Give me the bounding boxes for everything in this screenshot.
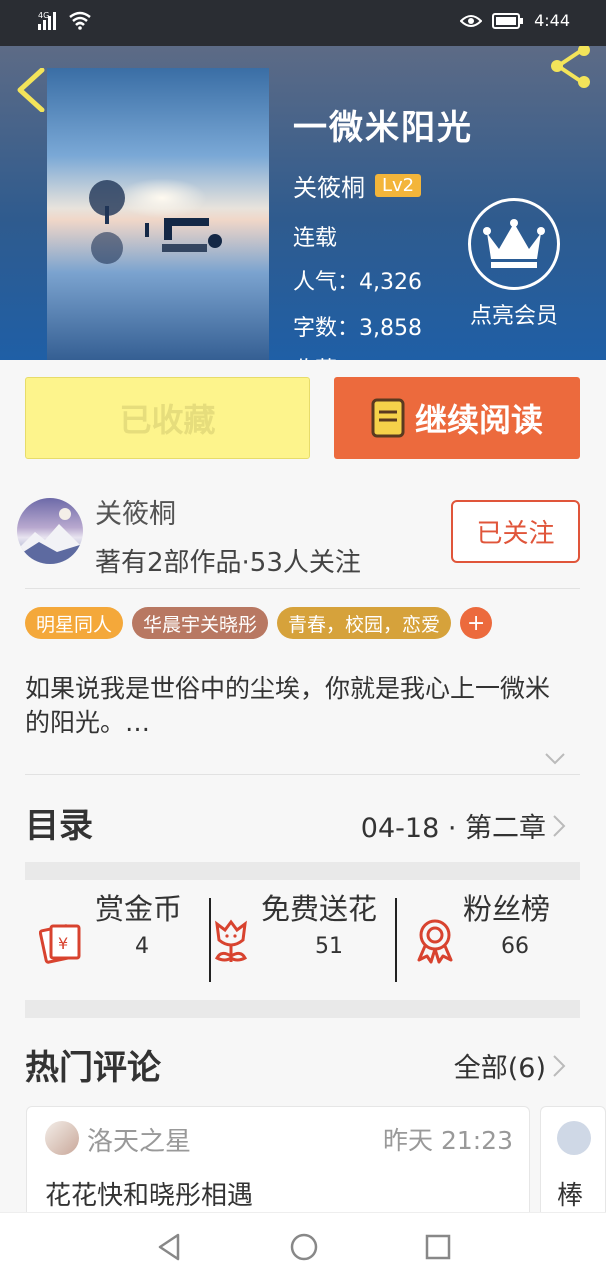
- book-title: 一微米阳光: [293, 108, 473, 148]
- comments-header: 热门评论 全部(6): [25, 1040, 580, 1090]
- svg-text:¥: ¥: [58, 934, 68, 953]
- reward-fans[interactable]: 粉丝榜 66: [397, 880, 580, 990]
- comment-text: 花花快和晓彤相遇: [45, 1181, 254, 1211]
- book-status: 连载: [293, 226, 338, 251]
- medal-icon: [417, 919, 453, 964]
- follow-button[interactable]: 已关注: [451, 500, 580, 563]
- clock: 4:44: [534, 11, 570, 30]
- author-name: 关筱桐: [95, 499, 176, 530]
- favorite-button[interactable]: 已收藏: [25, 377, 310, 459]
- comment-text: 棒: [557, 1181, 584, 1211]
- vip-button[interactable]: 点亮会员: [465, 198, 563, 330]
- vip-label: 点亮会员: [469, 304, 558, 329]
- commenter-avatar[interactable]: [45, 1121, 79, 1155]
- nav-home-icon[interactable]: [289, 1232, 319, 1262]
- chevron-right-icon: [553, 814, 566, 837]
- cover-scene: [89, 180, 222, 264]
- wifi-icon: [69, 11, 91, 30]
- battery-icon: [492, 12, 524, 29]
- comments-all-label: 全部(6): [453, 1053, 546, 1084]
- divider: [25, 588, 580, 589]
- tag-item[interactable]: 华晨宇关晓彤: [132, 607, 269, 639]
- book-author[interactable]: 关筱桐: [293, 168, 365, 203]
- status-bar: 4G 4:44: [0, 0, 606, 46]
- add-tag-label: +: [466, 610, 486, 636]
- share-icon[interactable]: [548, 46, 594, 92]
- reward-flowers-count: 51: [315, 934, 343, 959]
- svg-text:4G: 4G: [38, 11, 49, 20]
- reward-flowers[interactable]: 免费送花 51: [211, 880, 395, 990]
- commenter-avatar[interactable]: [557, 1121, 591, 1155]
- tag-label: 明星同人: [36, 613, 113, 636]
- reward-coins-label: 赏金币: [95, 892, 183, 926]
- tag-label: 青春，校园，恋爱: [288, 613, 441, 636]
- book-description: 如果说我是世俗中的尘埃，你就是我心上一微米的阳光。…: [25, 674, 551, 737]
- signal-icon: 4G: [38, 11, 56, 30]
- red-envelope-icon: ¥: [39, 924, 81, 964]
- tag-label: 华晨宇关晓彤: [143, 613, 258, 636]
- reward-fans-label: 粉丝榜: [463, 892, 551, 926]
- section-separator: [25, 862, 580, 880]
- book-detail-panel: 已收藏 继续阅读 关筱桐 著有2部作品·53人关注 已关注 明星同人 华晨宇关晓…: [0, 360, 606, 1224]
- book-word-count: 字数：3,858: [293, 316, 422, 341]
- vip-circle: [468, 198, 560, 290]
- book-popularity: 人气：4,326: [293, 270, 422, 295]
- eye-icon: [460, 14, 483, 27]
- tag-item[interactable]: 青春，校园，恋爱: [277, 607, 452, 639]
- continue-reading-label: 继续阅读: [414, 401, 543, 439]
- reward-coins-count: 4: [135, 934, 149, 959]
- book-author-row: 关筱桐 Lv2: [293, 168, 422, 203]
- catalog-row[interactable]: 目录 04-18 · 第二章: [25, 798, 580, 848]
- author-avatar[interactable]: [17, 498, 83, 564]
- book-collections: 收藏：58: [293, 352, 387, 360]
- avatar-mountain-image: [17, 508, 83, 564]
- back-arrow-icon[interactable]: [14, 68, 50, 112]
- tag-list: 明星同人 华晨宇关晓彤 青春，校园，恋爱 +: [25, 607, 493, 639]
- reward-fans-count: 66: [501, 934, 529, 959]
- book-cover-image[interactable]: [47, 68, 269, 360]
- system-indicators: 4:44: [460, 11, 570, 30]
- chevron-right-icon: [553, 1054, 566, 1077]
- chevron-down-icon[interactable]: [544, 752, 566, 766]
- add-tag-button[interactable]: +: [460, 607, 493, 639]
- author-stats: 著有2部作品·53人关注: [95, 548, 361, 578]
- rewards-row: ¥ 赏金币 4 免费送花 51 粉丝榜 66: [25, 880, 580, 990]
- comments-all-link[interactable]: 全部(6): [454, 1046, 566, 1085]
- favorite-label: 已收藏: [119, 401, 216, 439]
- system-nav-bar: [0, 1212, 606, 1281]
- section-separator: [25, 1000, 580, 1018]
- divider: [25, 774, 580, 775]
- reward-flowers-label: 免费送花: [261, 892, 378, 926]
- author-row[interactable]: 关筱桐 著有2部作品·53人关注 已关注: [0, 480, 606, 588]
- comment-card[interactable]: 洛天之星 昨天 21:23 花花快和晓彤相遇: [26, 1106, 530, 1224]
- nav-recents-icon[interactable]: [425, 1234, 451, 1260]
- flower-icon: [214, 919, 248, 962]
- book-header: 一微米阳光 关筱桐 Lv2 连载 人气：4,326 字数：3,858 收藏：58…: [0, 46, 606, 360]
- follow-label: 已关注: [476, 519, 555, 549]
- crown-icon: [483, 219, 545, 268]
- nav-back-icon[interactable]: [156, 1233, 182, 1261]
- latest-chapter: 04-18 · 第二章: [360, 813, 546, 844]
- reward-coins[interactable]: ¥ 赏金币 4: [25, 880, 210, 990]
- network-indicators: 4G: [38, 10, 92, 30]
- book-icon: [371, 398, 405, 438]
- continue-reading-button[interactable]: 继续阅读: [334, 377, 580, 459]
- comment-time: 昨天 21:23: [383, 1126, 513, 1155]
- tag-item[interactable]: 明星同人: [25, 607, 124, 639]
- commenter-name[interactable]: 洛天之星: [87, 1121, 191, 1158]
- catalog-latest: 04-18 · 第二章: [361, 806, 566, 845]
- comment-card[interactable]: 棒: [540, 1106, 606, 1224]
- author-level-badge: Lv2: [375, 174, 422, 197]
